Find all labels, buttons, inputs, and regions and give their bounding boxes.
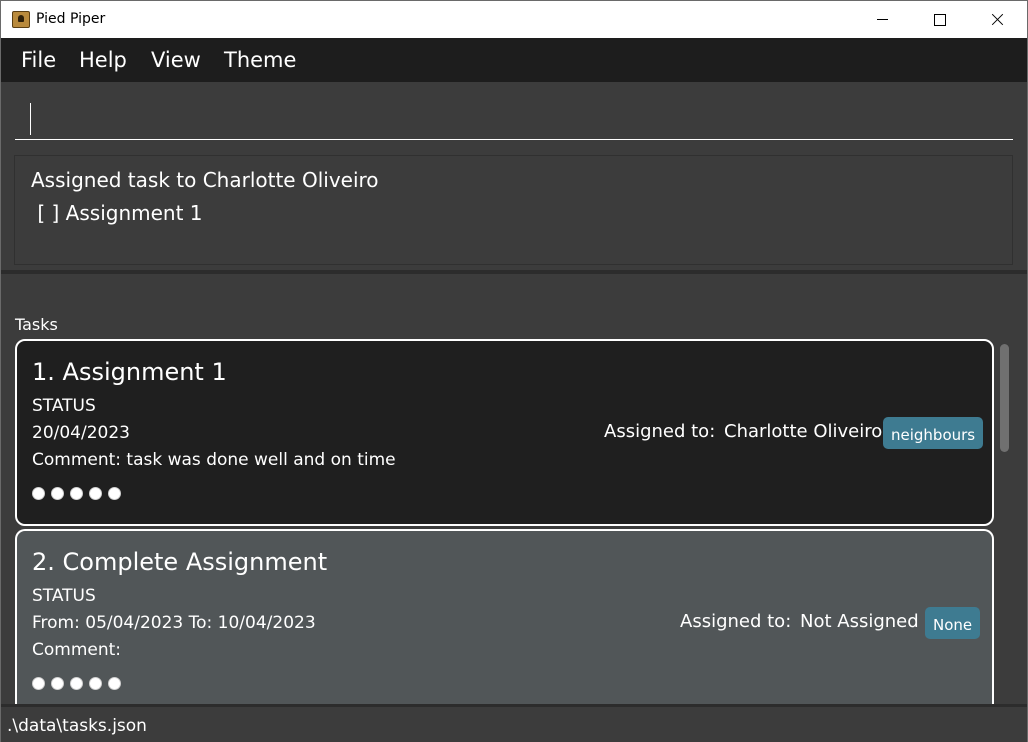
assigned-label: Assigned to:: [680, 611, 792, 632]
divider: [1, 270, 1027, 274]
menu-view[interactable]: View: [151, 48, 201, 72]
menu-help[interactable]: Help: [79, 48, 127, 72]
task-status: STATUS: [32, 586, 96, 606]
rating-dot: [32, 677, 45, 690]
task-card-selected[interactable]: 2. Complete Assignment STATUS From: 05/0…: [15, 529, 994, 709]
task-title: 2. Complete Assignment: [32, 548, 328, 576]
assignee-name: Charlotte Oliveiro: [724, 421, 883, 442]
rating-dots: [32, 487, 121, 500]
task-comment: Comment: task was done well and on time: [32, 450, 396, 470]
status-bar: .\data\tasks.json: [1, 704, 1027, 742]
scrollbar[interactable]: [998, 340, 1012, 692]
save-file-path: .\data\tasks.json: [7, 716, 147, 736]
main-panel: Assigned task to Charlotte Oliveiro [ ] …: [1, 82, 1027, 709]
menu-theme[interactable]: Theme: [224, 48, 296, 72]
window-title: Pied Piper: [36, 11, 106, 27]
task-date: 20/04/2023: [32, 423, 130, 443]
tasks-label: Tasks: [15, 315, 58, 334]
text-caret: [30, 103, 31, 135]
scrollbar-thumb[interactable]: [1000, 344, 1009, 452]
assigned-label: Assigned to:: [604, 421, 716, 442]
menu-bar: File Help View Theme: [1, 38, 1027, 82]
task-date: From: 05/04/2023 To: 10/04/2023: [32, 613, 316, 633]
rating-dots: [32, 677, 121, 690]
result-message: Assigned task to Charlotte Oliveiro: [31, 168, 379, 192]
rating-dot: [51, 487, 64, 500]
task-status: STATUS: [32, 396, 96, 416]
tag-badge: None: [925, 607, 981, 639]
result-task: [ ] Assignment 1: [31, 201, 203, 225]
app-icon: [12, 11, 30, 28]
rating-dot: [89, 677, 102, 690]
rating-dot: [70, 487, 83, 500]
result-display: Assigned task to Charlotte Oliveiro [ ] …: [14, 155, 1013, 265]
command-input[interactable]: [15, 86, 1013, 140]
task-title: 1. Assignment 1: [32, 358, 227, 386]
maximize-button[interactable]: [911, 1, 969, 39]
title-bar: Pied Piper: [0, 0, 1028, 38]
task-card[interactable]: 1. Assignment 1 STATUS 20/04/2023 Commen…: [15, 339, 994, 526]
rating-dot: [108, 677, 121, 690]
rating-dot: [89, 487, 102, 500]
menu-file[interactable]: File: [21, 48, 56, 72]
minimize-button[interactable]: [853, 1, 911, 39]
rating-dot: [51, 677, 64, 690]
assignee-name: Not Assigned: [800, 611, 919, 632]
close-button[interactable]: [969, 1, 1027, 39]
rating-dot: [32, 487, 45, 500]
tag-badge: neighbours: [883, 417, 984, 449]
rating-dot: [108, 487, 121, 500]
task-comment: Comment:: [32, 640, 122, 660]
rating-dot: [70, 677, 83, 690]
